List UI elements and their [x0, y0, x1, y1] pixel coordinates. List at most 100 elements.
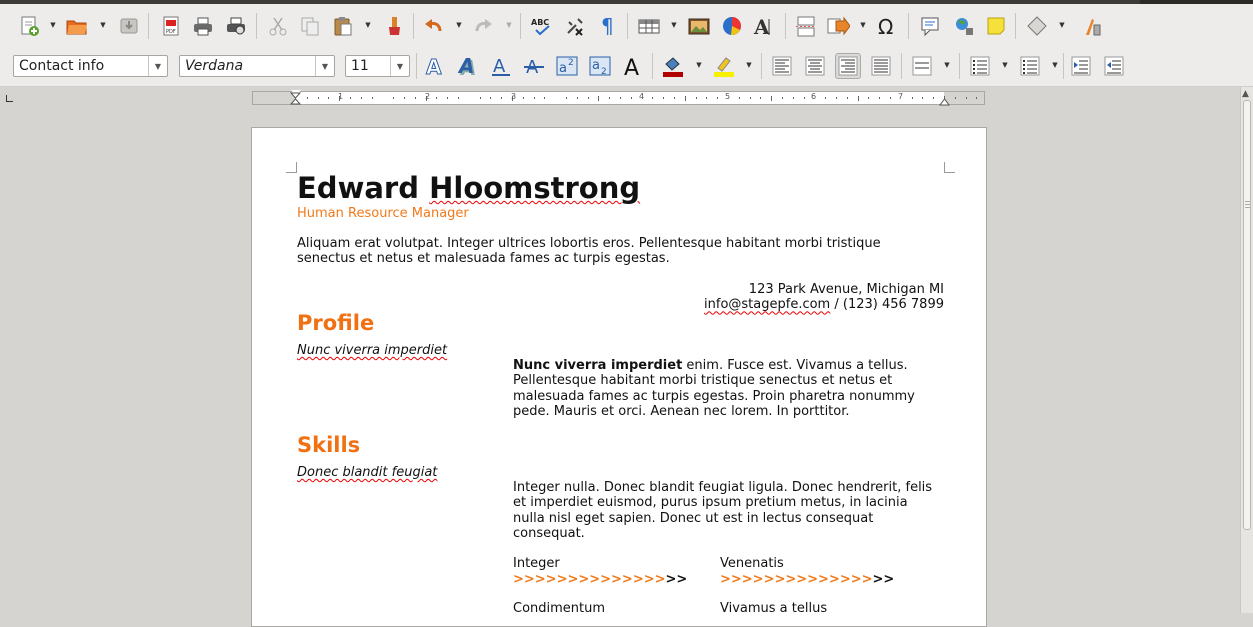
contact-email[interactable]: info@stagepfe.com — [704, 297, 830, 312]
profile-line: pede. Mauris et orci. Aenean nec lorem. … — [513, 403, 850, 419]
character-background-icon[interactable] — [660, 53, 686, 79]
formatting-toolbar: Contact info ▼ Verdana ▼ 11 ▼ A AA A A a… — [0, 47, 1253, 87]
paste-icon[interactable] — [330, 13, 356, 39]
separator — [520, 13, 521, 39]
separator — [416, 53, 417, 79]
scrollbar-thumb[interactable] — [1243, 100, 1251, 530]
subscript-icon[interactable]: a2 — [587, 53, 613, 79]
draw-functions-icon[interactable] — [1079, 13, 1105, 39]
unordered-list-dropdown[interactable]: ▼ — [1001, 59, 1009, 71]
paragraph-style-combo[interactable]: Contact info ▼ — [13, 55, 168, 77]
intro-line: Aliquam erat volutpat. Integer ultrices … — [297, 236, 881, 251]
ordered-list-icon[interactable] — [1017, 53, 1043, 79]
highlighting-dropdown[interactable]: ▼ — [745, 59, 753, 71]
separator — [1063, 53, 1064, 79]
strikethrough-icon[interactable]: A — [521, 53, 547, 79]
shapes-icon[interactable] — [1024, 13, 1050, 39]
highlighting-icon[interactable] — [711, 53, 737, 79]
left-indent-marker[interactable] — [289, 91, 302, 105]
ruler-tick — [965, 97, 967, 99]
name-last: Hloomstrong — [429, 171, 641, 205]
separator — [785, 13, 786, 39]
autocorrect-icon[interactable] — [562, 13, 588, 39]
formatting-marks-icon[interactable]: ¶ — [595, 13, 621, 39]
line-spacing-icon[interactable] — [909, 53, 935, 79]
export-pdf-icon[interactable]: PDF — [158, 13, 184, 39]
scroll-up-icon[interactable]: ▲ — [1242, 89, 1249, 99]
chart-icon[interactable] — [719, 13, 745, 39]
ruler-tick — [825, 97, 827, 99]
note-icon[interactable] — [983, 13, 1009, 39]
ruler-tick — [393, 97, 395, 99]
ruler-tick — [436, 97, 438, 99]
right-indent-marker[interactable] — [939, 92, 950, 106]
increase-indent-icon[interactable] — [1068, 53, 1094, 79]
open-dropdown[interactable]: ▼ — [99, 19, 107, 31]
address: 123 Park Avenue, Michigan MI — [748, 282, 944, 297]
skills-line: Integer nulla. Donec blandit feugiat lig… — [513, 480, 933, 495]
table-dropdown[interactable]: ▼ — [670, 19, 678, 31]
field-dropdown[interactable]: ▼ — [859, 19, 867, 31]
justify-icon[interactable] — [868, 53, 894, 79]
shadow-icon[interactable]: AA — [455, 53, 481, 79]
svg-text:2: 2 — [568, 58, 574, 68]
align-right-icon[interactable] — [835, 53, 861, 79]
fontwork-icon[interactable]: A — [752, 13, 778, 39]
separator — [1015, 13, 1016, 39]
unordered-list-icon[interactable] — [967, 53, 993, 79]
undo-icon[interactable] — [420, 13, 446, 39]
new-document-icon[interactable] — [16, 13, 42, 39]
ruler-tick — [350, 97, 351, 99]
navigator-icon[interactable] — [951, 13, 977, 39]
ruler-tick — [803, 97, 805, 99]
shapes-dropdown[interactable]: ▼ — [1058, 19, 1066, 31]
field-icon[interactable] — [825, 13, 851, 39]
tab-stop-type-icon[interactable] — [6, 95, 13, 102]
document-page[interactable]: Edward Hloomstrong Human Resource Manage… — [251, 127, 987, 627]
svg-text:A: A — [624, 56, 639, 78]
copy-icon[interactable] — [297, 13, 323, 39]
align-center-icon[interactable] — [802, 53, 828, 79]
page-break-icon[interactable] — [794, 13, 820, 39]
new-document-dropdown[interactable]: ▼ — [49, 19, 57, 31]
font-size-combo[interactable]: 11 ▼ — [345, 55, 410, 77]
chevron-down-icon[interactable]: ▼ — [315, 56, 334, 76]
print-icon[interactable] — [190, 13, 216, 39]
print-preview-icon[interactable] — [223, 13, 249, 39]
underline-icon[interactable]: A — [488, 53, 514, 79]
clone-formatting-icon[interactable] — [381, 13, 407, 39]
superscript-icon[interactable]: a2 — [554, 53, 580, 79]
line-spacing-dropdown[interactable]: ▼ — [943, 59, 951, 71]
font-color-icon[interactable]: A — [620, 53, 646, 79]
character-background-dropdown[interactable]: ▼ — [695, 59, 703, 71]
separator — [901, 53, 902, 79]
horizontal-ruler[interactable]: 1 2 3 4 5 6 7 — [252, 90, 985, 106]
comment-icon[interactable] — [917, 13, 943, 39]
chevron-down-icon[interactable]: ▼ — [390, 56, 409, 76]
contact-phone: / (123) 456 7899 — [830, 297, 944, 313]
skills-paragraph: Integer nulla. Donec blandit feugiat lig… — [513, 480, 932, 541]
decrease-indent-icon[interactable] — [1101, 53, 1127, 79]
undo-dropdown[interactable]: ▼ — [455, 19, 463, 31]
vertical-scrollbar[interactable]: ▲ — [1240, 87, 1253, 613]
table-icon[interactable] — [636, 13, 662, 39]
skill-bar-end: >> — [872, 572, 895, 587]
ordered-list-dropdown[interactable]: ▼ — [1051, 59, 1059, 71]
font-name-combo[interactable]: Verdana ▼ — [179, 55, 335, 77]
align-left-icon[interactable] — [769, 53, 795, 79]
redo-dropdown[interactable]: ▼ — [505, 19, 513, 31]
outline-icon[interactable]: A — [422, 53, 448, 79]
cut-icon[interactable] — [265, 13, 291, 39]
ruler-tick — [609, 97, 611, 99]
open-folder-icon[interactable] — [64, 13, 90, 39]
ruler-number: 1 — [338, 92, 344, 101]
chevron-down-icon[interactable]: ▼ — [148, 56, 167, 76]
redo-icon[interactable] — [471, 13, 497, 39]
image-icon[interactable] — [686, 13, 712, 39]
svg-text:A: A — [457, 54, 474, 78]
spelling-icon[interactable]: ABC — [529, 13, 555, 39]
save-icon[interactable] — [116, 13, 142, 39]
svg-text:ABC: ABC — [531, 18, 549, 27]
paste-dropdown[interactable]: ▼ — [364, 19, 372, 31]
special-character-icon[interactable]: Ω — [875, 13, 901, 39]
